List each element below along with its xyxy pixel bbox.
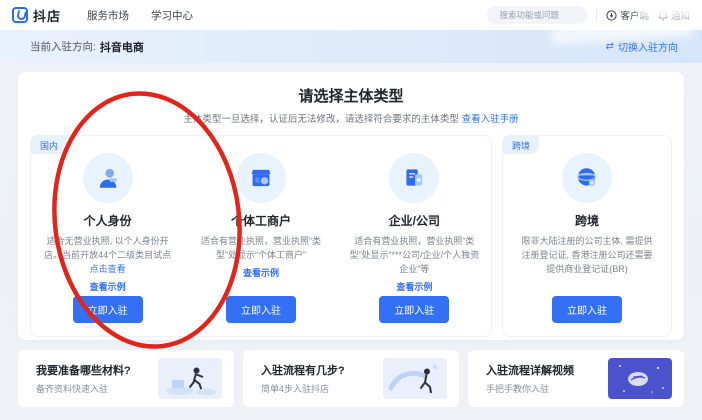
direction-value: 抖音电商 [100,39,144,55]
help-card-video[interactable]: 入驻流程详解视频 手把手教你入驻 [468,350,684,407]
search-box[interactable] [487,6,587,24]
entity-card-individual-business: 个体工商户 适合有营业执照，营业执照“类型”处显示“个体工商户” 查看示例 立即… [184,136,337,336]
individual-business-icon-circle [236,153,286,203]
entity-desc-text: 适合无营业执照, 以个人身份开店。当前开放44个二级类目试点 [44,236,171,260]
help-card-steps[interactable]: 入驻流程有几步? 简单4步入驻抖店 [243,350,459,407]
entity-title: 跨境 [575,212,599,229]
enterprise-icon-circle [389,153,439,203]
help-card-materials[interactable]: 我要准备哪些材料? 备齐资料快速入驻 [18,350,234,407]
crossborder-tag: 跨境 [503,136,539,154]
view-example-link-enterprise[interactable]: 查看示例 [396,280,432,293]
entity-desc: 适合无营业执照, 以个人身份开店。当前开放44个二级类目试点 点击查看 [40,235,175,277]
help-card-title: 我要准备哪些材料? [36,362,131,378]
domestic-section: 国内 个人身份 适合无营业执照, 以个人身份开店。当前开放44个二级类目试点 点… [30,135,492,337]
douyin-shop-logo-icon [12,7,28,23]
video-illustration [608,358,672,399]
entity-card-personal: 个人身份 适合无营业执照, 以个人身份开店。当前开放44个二级类目试点 点击查看… [31,136,184,336]
help-card-subtitle: 简单4步入驻抖店 [261,382,345,395]
nav-item-service-market[interactable]: 服务市场 [87,8,129,23]
help-card-subtitle: 手把手教你入驻 [486,382,574,395]
page-title: 请选择主体类型 [18,85,684,106]
entity-card-crossborder: 跨境 限非大陆注册的公司主体, 需提供注册登记证, 香港注册公司还需要提供商业登… [503,136,671,336]
switch-direction-link[interactable]: ⇄ 切换入驻方向 [606,39,678,54]
page-subtitle: 主体类型一旦选择，认证后无法修改，请选择符合要求的主体类型 查看入驻手册 [18,111,684,125]
enter-now-button-individual[interactable]: 立即入驻 [226,296,296,323]
header-nav: 服务市场 学习中心 [87,8,193,23]
entity-title: 个人身份 [84,212,132,229]
header-right: 客户端 通知 [487,6,690,24]
subtitle-text: 主体类型一旦选择，认证后无法修改，请选择符合要求的主体类型 [183,114,459,125]
notification-label: 通知 [671,8,690,22]
client-label: 客户端 [620,8,649,22]
download-icon [606,10,617,21]
crossborder-icon-circle [562,153,612,203]
swap-icon: ⇄ [606,41,614,52]
footer-help-row: 我要准备哪些材料? 备齐资料快速入驻 入驻流程有几步? 简单4步入驻抖店 入驻流… [18,350,684,407]
enter-now-button-crossborder[interactable]: 立即入驻 [552,296,622,323]
direction-banner: 当前入驻方向: 抖音电商 ⇄ 切换入驻方向 [0,30,702,63]
company-icon [401,165,427,191]
enter-now-button-personal[interactable]: 立即入驻 [73,296,143,323]
client-download[interactable]: 客户端 [606,8,649,22]
bell-icon [658,10,668,21]
domestic-tag: 国内 [31,136,67,154]
header-divider [596,9,597,21]
help-card-title: 入驻流程详解视频 [486,362,574,378]
crossborder-section: 跨境 跨境 限非大陆注册的公司主体, 需提供注册登记证, 香港注册公司还需要提供… [502,135,672,337]
entity-type-panel: 请选择主体类型 主体类型一旦选择，认证后无法修改，请选择符合要求的主体类型 查看… [18,72,684,340]
globe-icon [574,165,600,191]
search-input[interactable] [499,10,579,20]
materials-illustration [158,358,222,399]
logo-text: 抖店 [33,6,61,25]
entity-sections: 国内 个人身份 适合无营业执照, 以个人身份开店。当前开放44个二级类目试点 点… [18,125,684,337]
click-to-view-link[interactable]: 点击查看 [90,264,126,274]
switch-direction-label: 切换入驻方向 [618,39,678,54]
entity-title: 个体工商户 [231,212,291,229]
entity-desc: 适合有营业执照，营业执照“类型”处显示“个体工商户” [193,235,328,263]
nav-item-learning-center[interactable]: 学习中心 [151,8,193,23]
entity-title: 企业/公司 [389,212,440,229]
entity-desc: 限非大陆注册的公司主体, 需提供注册登记证, 香港注册公司还需要提供商业登记证(… [512,235,662,277]
help-card-title: 入驻流程有几步? [261,362,345,378]
personal-icon-circle [83,153,133,203]
entry-manual-link[interactable]: 查看入驻手册 [462,114,519,125]
app-logo[interactable]: 抖店 [12,6,61,25]
top-header: 抖店 服务市场 学习中心 客户端 通知 [0,0,702,30]
enter-now-button-enterprise[interactable]: 立即入驻 [379,296,449,323]
help-card-text: 我要准备哪些材料? 备齐资料快速入驻 [36,362,131,395]
help-card-text: 入驻流程有几步? 简单4步入驻抖店 [261,362,345,395]
view-example-link-individual[interactable]: 查看示例 [243,266,279,279]
person-icon [95,165,121,191]
help-card-text: 入驻流程详解视频 手把手教你入驻 [486,362,574,395]
direction-label: 当前入驻方向: [30,39,96,54]
notifications[interactable]: 通知 [658,8,690,22]
entity-card-enterprise: 企业/公司 适合有营业执照，营业执照“类型”处显示“***公司/企业/个人独资企… [338,136,491,336]
view-example-link-personal[interactable]: 查看示例 [90,280,126,293]
help-card-subtitle: 备齐资料快速入驻 [36,382,131,395]
steps-illustration [383,358,447,399]
entity-desc: 适合有营业执照，营业执照“类型”处显示“***公司/企业/个人独资企业”等 [347,235,482,277]
store-icon [248,165,274,191]
